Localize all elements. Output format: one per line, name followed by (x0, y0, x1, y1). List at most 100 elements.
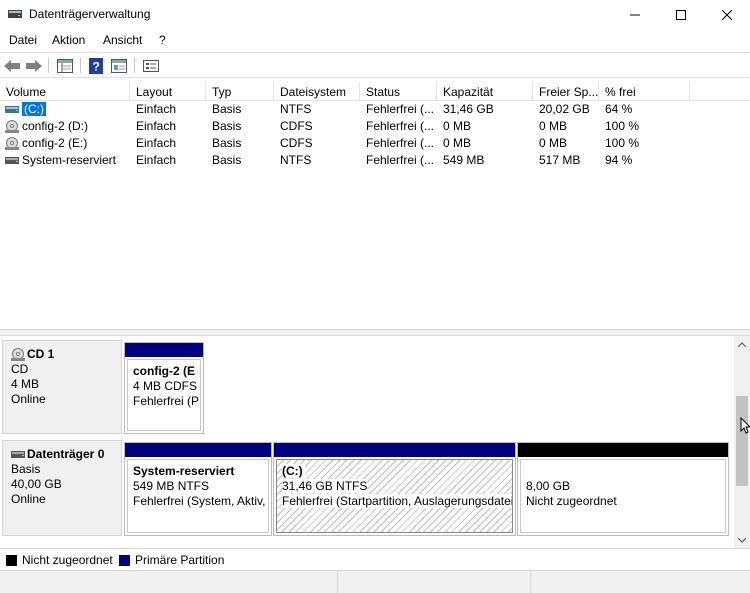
close-button[interactable] (704, 0, 750, 30)
properties-icon (111, 58, 127, 73)
volume-filesystem: NTFS (280, 153, 312, 167)
partition-status: Fehlerfrei (Startpartition, Auslagerungs… (282, 494, 513, 508)
back-button[interactable] (3, 57, 21, 74)
legend-label: Primäre Partition (135, 553, 225, 567)
disk-info-cd1[interactable]: CD 1 CD 4 MB Online (2, 340, 122, 434)
partition-name: (C:) (282, 464, 305, 478)
partition-config2-e[interactable]: config-2 (E 4 MB CDFS Fehlerfrei (P (124, 342, 204, 434)
column-header-type[interactable]: Typ (206, 82, 274, 101)
volume-percent-free: 100 % (605, 119, 640, 133)
maximize-button[interactable] (658, 0, 704, 30)
cd-drive-icon (11, 348, 25, 361)
scroll-thumb[interactable] (736, 396, 748, 486)
status-pane (0, 571, 338, 593)
partition-status: Fehlerfrei (System, Aktiv, (133, 494, 266, 508)
volume-free-space: 0 MB (539, 119, 568, 133)
disk-state: Online (11, 392, 46, 406)
volume-row[interactable]: config-2 (E:) Einfach Basis CDFS Fehlerf… (0, 135, 750, 152)
primary-partition-bar (125, 443, 271, 457)
column-header-capacity[interactable]: Kapazität (437, 82, 533, 101)
forward-icon (26, 59, 42, 72)
disk-layout-pane: CD 1 CD 4 MB Online config-2 (E 4 MB CDF… (0, 336, 734, 548)
scroll-down-button[interactable] (734, 532, 750, 548)
column-header-percent-free[interactable]: % frei (599, 82, 690, 101)
volume-free-space: 517 MB (539, 153, 581, 167)
help-button[interactable]: ? (87, 57, 105, 74)
chevron-up-icon (738, 341, 746, 347)
status-pane (531, 571, 750, 593)
mouse-cursor-icon (740, 417, 750, 434)
legend-item-primary: Primäre Partition (119, 553, 224, 567)
toolbar-separator (48, 58, 49, 73)
volume-filesystem: CDFS (280, 136, 313, 150)
volume-percent-free: 94 % (605, 153, 633, 167)
volume-name: System-reserviert (22, 153, 117, 167)
volume-type: Basis (212, 119, 242, 133)
legend: Nicht zugeordnet Primäre Partition (0, 548, 750, 570)
column-header-status[interactable]: Status (360, 82, 437, 101)
volume-layout: Einfach (136, 119, 177, 133)
help-icon: ? (89, 57, 103, 74)
partition-c[interactable]: (C:) 31,46 GB NTFS Fehlerfrei (Startpart… (273, 442, 516, 536)
volume-percent-free: 64 % (605, 102, 633, 116)
volume-row[interactable]: System-reserviert Einfach Basis NTFS Feh… (0, 152, 750, 169)
disk-view-icon (143, 59, 159, 72)
legend-swatch (119, 554, 130, 566)
column-header-layout[interactable]: Layout (130, 82, 206, 101)
scroll-up-button[interactable] (734, 336, 750, 352)
volume-capacity: 31,46 GB (443, 102, 494, 116)
toolbar-separator (134, 58, 135, 73)
volume-status: Fehlerfrei (... (366, 119, 435, 133)
maximize-icon (676, 10, 686, 20)
volume-name: config-2 (E:) (22, 136, 88, 150)
disk-pane-scrollbar[interactable] (734, 336, 750, 548)
volume-layout: Einfach (136, 153, 177, 167)
svg-text:?: ? (93, 59, 100, 73)
menu-aktion[interactable]: Aktion (52, 33, 85, 47)
volume-capacity: 0 MB (443, 136, 472, 150)
partition-detail: 4 MB CDFS (133, 379, 198, 393)
volume-status: Fehlerfrei (... (366, 102, 435, 116)
disk-name: CD 1 (27, 347, 55, 361)
partition-system-reserved[interactable]: System-reserviert 549 MB NTFS Fehlerfrei… (124, 442, 272, 536)
forward-button[interactable] (25, 57, 43, 74)
volume-filesystem: CDFS (280, 119, 313, 133)
volume-row[interactable]: config-2 (D:) Einfach Basis CDFS Fehlerf… (0, 118, 750, 135)
primary-partition-bar (125, 343, 203, 357)
column-header-volume[interactable]: Volume (0, 82, 130, 101)
primary-partition-bar (274, 443, 515, 457)
volume-percent-free: 100 % (605, 136, 640, 150)
close-icon (722, 10, 732, 20)
partition-status: Nicht zugeordnet (526, 494, 617, 508)
volume-layout: Einfach (136, 102, 177, 116)
volume-layout: Einfach (136, 136, 177, 150)
volume-free-space: 0 MB (539, 136, 568, 150)
volume-type: Basis (212, 136, 242, 150)
menu-datei[interactable]: Datei (9, 33, 37, 47)
menu-help[interactable]: ? (159, 33, 166, 47)
disk-info-disk0[interactable]: Datenträger 0 Basis 40,00 GB Online (2, 440, 122, 536)
volume-type: Basis (212, 153, 242, 167)
status-bar (0, 570, 750, 593)
partition-unallocated[interactable]: 8,00 GB Nicht zugeordnet (517, 442, 729, 536)
menu-ansicht[interactable]: Ansicht (103, 33, 142, 47)
disk-kind: CD (11, 362, 29, 376)
properties-button[interactable] (110, 57, 128, 74)
disk-size: 4 MB (11, 377, 40, 391)
column-header-filesystem[interactable]: Dateisystem (274, 82, 360, 101)
partition-detail: 549 MB NTFS (133, 479, 210, 493)
disk-management-app-icon (8, 8, 22, 20)
window-title: Datenträgerverwaltung (29, 7, 151, 21)
volume-list: Volume Layout Typ Dateisystem Status Kap… (0, 82, 750, 330)
disk-name: Datenträger 0 (27, 447, 105, 461)
unallocated-bar (518, 443, 728, 457)
volume-row[interactable]: (C:) Einfach Basis NTFS Fehlerfrei (... … (0, 101, 750, 118)
show-hide-tree-button[interactable] (56, 57, 74, 74)
column-header-free-space[interactable]: Freier Sp... (533, 82, 599, 101)
disk-view-button[interactable] (142, 57, 160, 74)
minimize-button[interactable] (612, 0, 658, 30)
volume-list-header: Volume Layout Typ Dateisystem Status Kap… (0, 82, 750, 101)
partition-detail: 31,46 GB NTFS (282, 479, 368, 493)
volume-free-space: 20,02 GB (539, 102, 590, 116)
title-bar: Datenträgerverwaltung (0, 0, 750, 30)
